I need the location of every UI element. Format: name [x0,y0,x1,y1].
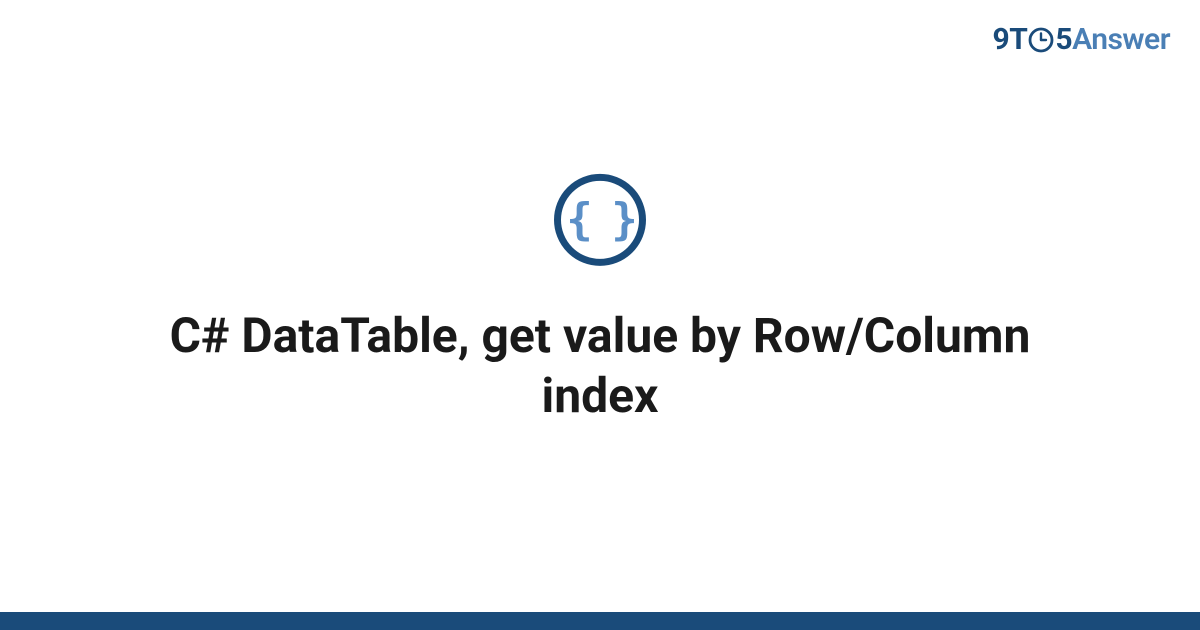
main-content: { } C# DataTable, get value by Row/Colum… [0,174,1200,426]
code-badge: { } [554,174,646,266]
page-title: C# DataTable, get value by Row/Column in… [150,306,1050,426]
braces-icon: { } [566,198,633,242]
clock-icon [1028,24,1054,59]
site-brand: 9T 5Answer [993,22,1170,57]
brand-9t: 9T [993,22,1028,57]
footer-bar [0,612,1200,630]
brand-answer: Answer [1072,22,1170,57]
brand-5: 5 [1055,22,1072,57]
